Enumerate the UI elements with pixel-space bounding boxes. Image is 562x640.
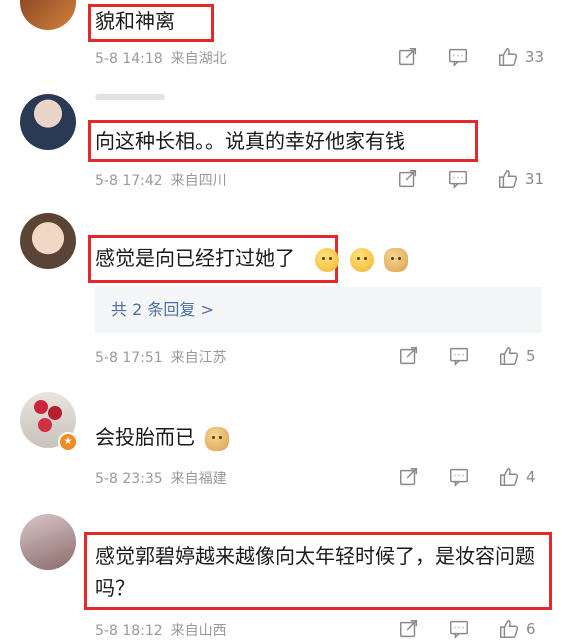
- comment-source: 来自江苏: [170, 350, 227, 366]
- comment-text-row: 会投胎而已: [95, 422, 230, 452]
- comment-icon[interactable]: [448, 618, 470, 640]
- avatar[interactable]: [20, 0, 76, 30]
- avatar[interactable]: [20, 514, 76, 570]
- doge-emoji-icon: [384, 247, 409, 272]
- comment-meta: 5-8 14:18 来自湖北: [95, 48, 235, 68]
- share-icon[interactable]: [398, 345, 420, 367]
- share-icon[interactable]: [398, 466, 420, 488]
- comment-actions: 4: [370, 466, 544, 488]
- comment-item: ★ 会投胎而已 5-8 23:35 来自福建 4: [0, 388, 562, 498]
- username-blurred: [95, 94, 165, 100]
- comment-item: 感觉是向已经打过她了 共 2 条回复 > 5-8 17:51 来自江苏 5: [0, 205, 562, 375]
- avatar[interactable]: [20, 213, 76, 269]
- comment-source: 来自湖北: [170, 51, 227, 67]
- comment-meta: 5-8 23:35 来自福建: [95, 468, 235, 488]
- pensive-emoji-icon: [315, 247, 340, 272]
- like-icon[interactable]: [497, 168, 519, 190]
- comment-source: 来自四川: [170, 173, 227, 189]
- comment-source: 来自山西: [170, 623, 227, 639]
- flower-decoration: [34, 400, 48, 414]
- comment-actions: 33: [369, 46, 544, 68]
- comment-icon[interactable]: [447, 46, 469, 68]
- comment-icon[interactable]: [448, 466, 470, 488]
- comment-item: 感觉郭碧婷越来越像向太年轻时候了，是妆容问题吗？ 5-8 18:12 来自山西 6: [0, 508, 562, 640]
- avatar[interactable]: [20, 94, 76, 150]
- comment-meta: 5-8 17:42 来自四川: [95, 170, 235, 190]
- comment-icon[interactable]: [447, 168, 469, 190]
- like-count: 6: [526, 620, 536, 638]
- like-count: 5: [526, 347, 536, 365]
- comment-text: 会投胎而已: [95, 425, 195, 449]
- comment-date: 5-8 23:35: [95, 471, 163, 487]
- comment-text: 向这种长相。。说真的幸好他家有钱: [95, 129, 405, 153]
- comment-text: 貌和神离: [95, 9, 175, 33]
- comment-actions: 5: [370, 345, 544, 367]
- comment-actions: 6: [370, 618, 544, 640]
- like-icon[interactable]: [498, 345, 520, 367]
- doge-emoji-icon: [205, 426, 230, 451]
- comment-item: 貌和神离 5-8 14:18 来自湖北 33: [0, 0, 562, 80]
- replies-link[interactable]: 共 2 条回复 >: [95, 287, 542, 333]
- share-icon[interactable]: [397, 168, 419, 190]
- like-count: 33: [524, 48, 544, 66]
- comment-item: 向这种长相。。说真的幸好他家有钱 5-8 17:42 来自四川 31: [0, 90, 562, 200]
- like-icon[interactable]: [498, 466, 520, 488]
- like-icon[interactable]: [497, 46, 519, 68]
- verified-badge-icon: ★: [58, 432, 78, 452]
- comment-date: 5-8 17:51: [95, 350, 163, 366]
- comment-text: 感觉是向已经打过她了: [95, 246, 295, 270]
- comment-date: 5-8 14:18: [95, 51, 163, 67]
- comment-meta: 5-8 17:51 来自江苏: [95, 347, 235, 367]
- comment-source: 来自福建: [170, 471, 227, 487]
- comment-actions: 31: [369, 168, 544, 190]
- comment-text: 感觉郭碧婷越来越像向太年轻时候了，是妆容问题吗？: [95, 544, 535, 600]
- like-icon[interactable]: [498, 618, 520, 640]
- comment-text-row: 感觉是向已经打过她了: [95, 243, 409, 273]
- comment-icon[interactable]: [448, 345, 470, 367]
- shush-emoji-icon: [349, 247, 374, 272]
- comment-date: 5-8 18:12: [95, 623, 163, 639]
- like-count: 4: [526, 468, 536, 486]
- share-icon[interactable]: [397, 46, 419, 68]
- like-count: 31: [524, 170, 544, 188]
- comment-date: 5-8 17:42: [95, 173, 163, 189]
- comment-meta: 5-8 18:12 来自山西: [95, 620, 235, 640]
- share-icon[interactable]: [398, 618, 420, 640]
